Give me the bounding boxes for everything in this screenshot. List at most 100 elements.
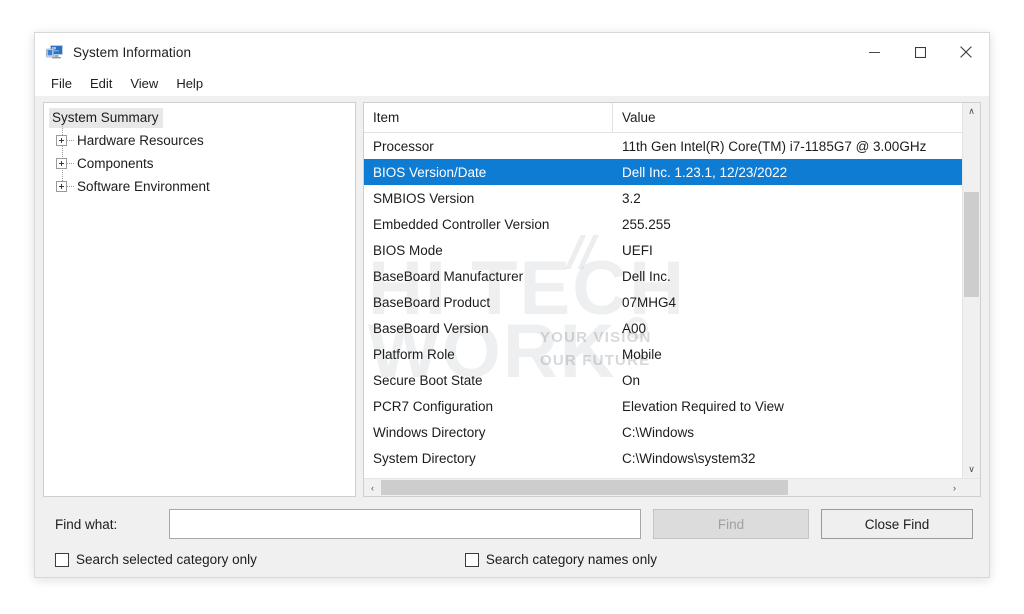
vertical-scroll-track[interactable] — [963, 120, 980, 461]
scroll-up-icon[interactable]: ∧ — [963, 103, 980, 120]
table-row[interactable]: SMBIOS Version 3.2 — [364, 185, 962, 211]
cell-value: C:\Windows — [622, 424, 695, 440]
table-row[interactable]: System Directory C:\Windows\system32 — [364, 445, 962, 471]
table-row[interactable]: BaseBoard Product 07MHG4 — [364, 289, 962, 315]
minimize-button[interactable] — [851, 33, 897, 71]
cell-value: On — [622, 372, 641, 388]
minimize-icon — [868, 51, 880, 53]
close-find-button[interactable]: Close Find — [821, 509, 973, 539]
title-bar: System Information — [35, 33, 989, 71]
scroll-left-icon[interactable]: ‹ — [364, 479, 381, 496]
system-information-window: System Information File Edit View Help S… — [34, 32, 990, 578]
table-row[interactable]: Processor 11th Gen Intel(R) Core(TM) i7-1… — [364, 133, 962, 159]
menu-item-file[interactable]: File — [43, 74, 80, 93]
find-bar: Find what: Find Close Find Search select… — [43, 497, 981, 577]
tree-children: Hardware Resources Components Software E… — [49, 126, 355, 198]
cell-item: BIOS Mode — [373, 242, 443, 258]
scroll-down-icon[interactable]: ∨ — [963, 461, 980, 478]
cell-value: UEFI — [622, 242, 653, 258]
tree-connector — [67, 163, 74, 164]
maximize-icon — [914, 46, 926, 58]
menu-item-edit[interactable]: Edit — [82, 74, 120, 93]
list-header: Item Value — [364, 103, 962, 133]
table-row[interactable]: BIOS Version/Date Dell Inc. 1.23.1, 12/23… — [364, 159, 962, 185]
horizontal-scroll-thumb[interactable] — [381, 480, 788, 495]
tree-item-label: Software Environment — [77, 179, 210, 194]
table-row[interactable]: Windows Directory C:\Windows — [364, 419, 962, 445]
details-list-pane: Item Value HI TECH WORK YOUR VISION OUR … — [363, 102, 981, 497]
checkbox-icon[interactable] — [464, 552, 479, 567]
cell-value: 11th Gen Intel(R) Core(TM) i7-1185G7 @ 3… — [622, 138, 927, 154]
panes: System Summary Hardware Resources Compon… — [43, 102, 981, 497]
client-area: System Summary Hardware Resources Compon… — [35, 96, 989, 577]
cell-item: Windows Directory — [373, 424, 486, 440]
close-icon — [960, 46, 972, 58]
menu-item-help[interactable]: Help — [168, 74, 211, 93]
tree-item-components[interactable]: Components — [49, 152, 355, 175]
cell-value: Dell Inc. 1.23.1, 12/23/2022 — [622, 164, 788, 180]
cell-item: BaseBoard Manufacturer — [373, 268, 524, 284]
column-header-value[interactable]: Value — [613, 103, 962, 132]
vertical-scrollbar[interactable]: ∧ ∨ — [962, 103, 980, 478]
window-title: System Information — [73, 44, 192, 60]
table-row[interactable]: BaseBoard Version A00 — [364, 315, 962, 341]
table-row[interactable]: Platform Role Mobile — [364, 341, 962, 367]
tree-item-hardware-resources[interactable]: Hardware Resources — [49, 129, 355, 152]
list-main: Item Value HI TECH WORK YOUR VISION OUR … — [364, 103, 962, 478]
cell-value: Dell Inc. — [622, 268, 671, 284]
cell-value: A00 — [622, 320, 647, 336]
window-controls — [851, 33, 989, 71]
search-category-names-label: Search category names only — [485, 552, 657, 567]
menu-bar: File Edit View Help — [35, 71, 989, 96]
computer-icon — [46, 44, 64, 60]
maximize-button[interactable] — [897, 33, 943, 71]
search-selected-category-label: Search selected category only — [76, 552, 257, 567]
cell-value: 255.255 — [622, 216, 671, 232]
cell-item: BaseBoard Version — [373, 320, 489, 336]
tree-item-label: Components — [77, 156, 154, 171]
tree-item-system-summary[interactable]: System Summary — [49, 108, 163, 128]
table-row[interactable]: BaseBoard Manufacturer Dell Inc. — [364, 263, 962, 289]
cell-value: Elevation Required to View — [622, 398, 784, 414]
menu-item-view[interactable]: View — [122, 74, 166, 93]
table-row[interactable]: Embedded Controller Version 255.255 — [364, 211, 962, 237]
checkbox-icon[interactable] — [55, 552, 69, 567]
cell-item: Processor — [373, 138, 434, 154]
find-input[interactable] — [169, 509, 641, 539]
tree-item-software-environment[interactable]: Software Environment — [49, 175, 355, 198]
table-row[interactable]: PCR7 Configuration Elevation Required to … — [364, 393, 962, 419]
search-category-names-option[interactable]: Search category names only — [464, 552, 657, 567]
cell-item: Secure Boot State — [373, 372, 483, 388]
find-row: Find what: Find Close Find — [51, 509, 973, 539]
plus-icon[interactable] — [56, 158, 67, 169]
details-rows[interactable]: Processor 11th Gen Intel(R) Core(TM) i7-1… — [364, 133, 962, 478]
cell-item: BaseBoard Product — [373, 294, 491, 310]
horizontal-scroll-track[interactable] — [381, 479, 946, 496]
scroll-right-icon[interactable]: › — [946, 479, 963, 496]
cell-item: PCR7 Configuration — [373, 398, 494, 414]
list-inner: Item Value HI TECH WORK YOUR VISION OUR … — [364, 103, 980, 478]
cell-item: BIOS Version/Date — [373, 164, 487, 180]
category-tree[interactable]: System Summary Hardware Resources Compon… — [43, 102, 356, 497]
scrollbar-corner — [963, 479, 980, 496]
find-button[interactable]: Find — [653, 509, 809, 539]
cell-value: Mobile — [622, 346, 662, 362]
table-row[interactable]: Secure Boot State On — [364, 367, 962, 393]
tree-connector — [67, 140, 74, 141]
column-header-item[interactable]: Item — [364, 103, 613, 132]
table-row[interactable]: BIOS Mode UEFI — [364, 237, 962, 263]
horizontal-scrollbar[interactable]: ‹ › — [364, 478, 980, 496]
cell-item: Platform Role — [373, 346, 455, 362]
vertical-scroll-thumb[interactable] — [964, 192, 979, 297]
plus-icon[interactable] — [56, 181, 67, 192]
cell-value: C:\Windows\system32 — [622, 450, 756, 466]
cell-item: SMBIOS Version — [373, 190, 475, 206]
tree-connector — [67, 186, 74, 187]
cell-value: 07MHG4 — [622, 294, 677, 310]
cell-item: System Directory — [373, 450, 476, 466]
search-selected-category-option[interactable]: Search selected category only — [55, 552, 257, 567]
close-button[interactable] — [943, 33, 989, 71]
plus-icon[interactable] — [56, 135, 67, 146]
cell-item: Embedded Controller Version — [373, 216, 550, 232]
screen: System Information File Edit View Help S… — [0, 0, 1024, 614]
